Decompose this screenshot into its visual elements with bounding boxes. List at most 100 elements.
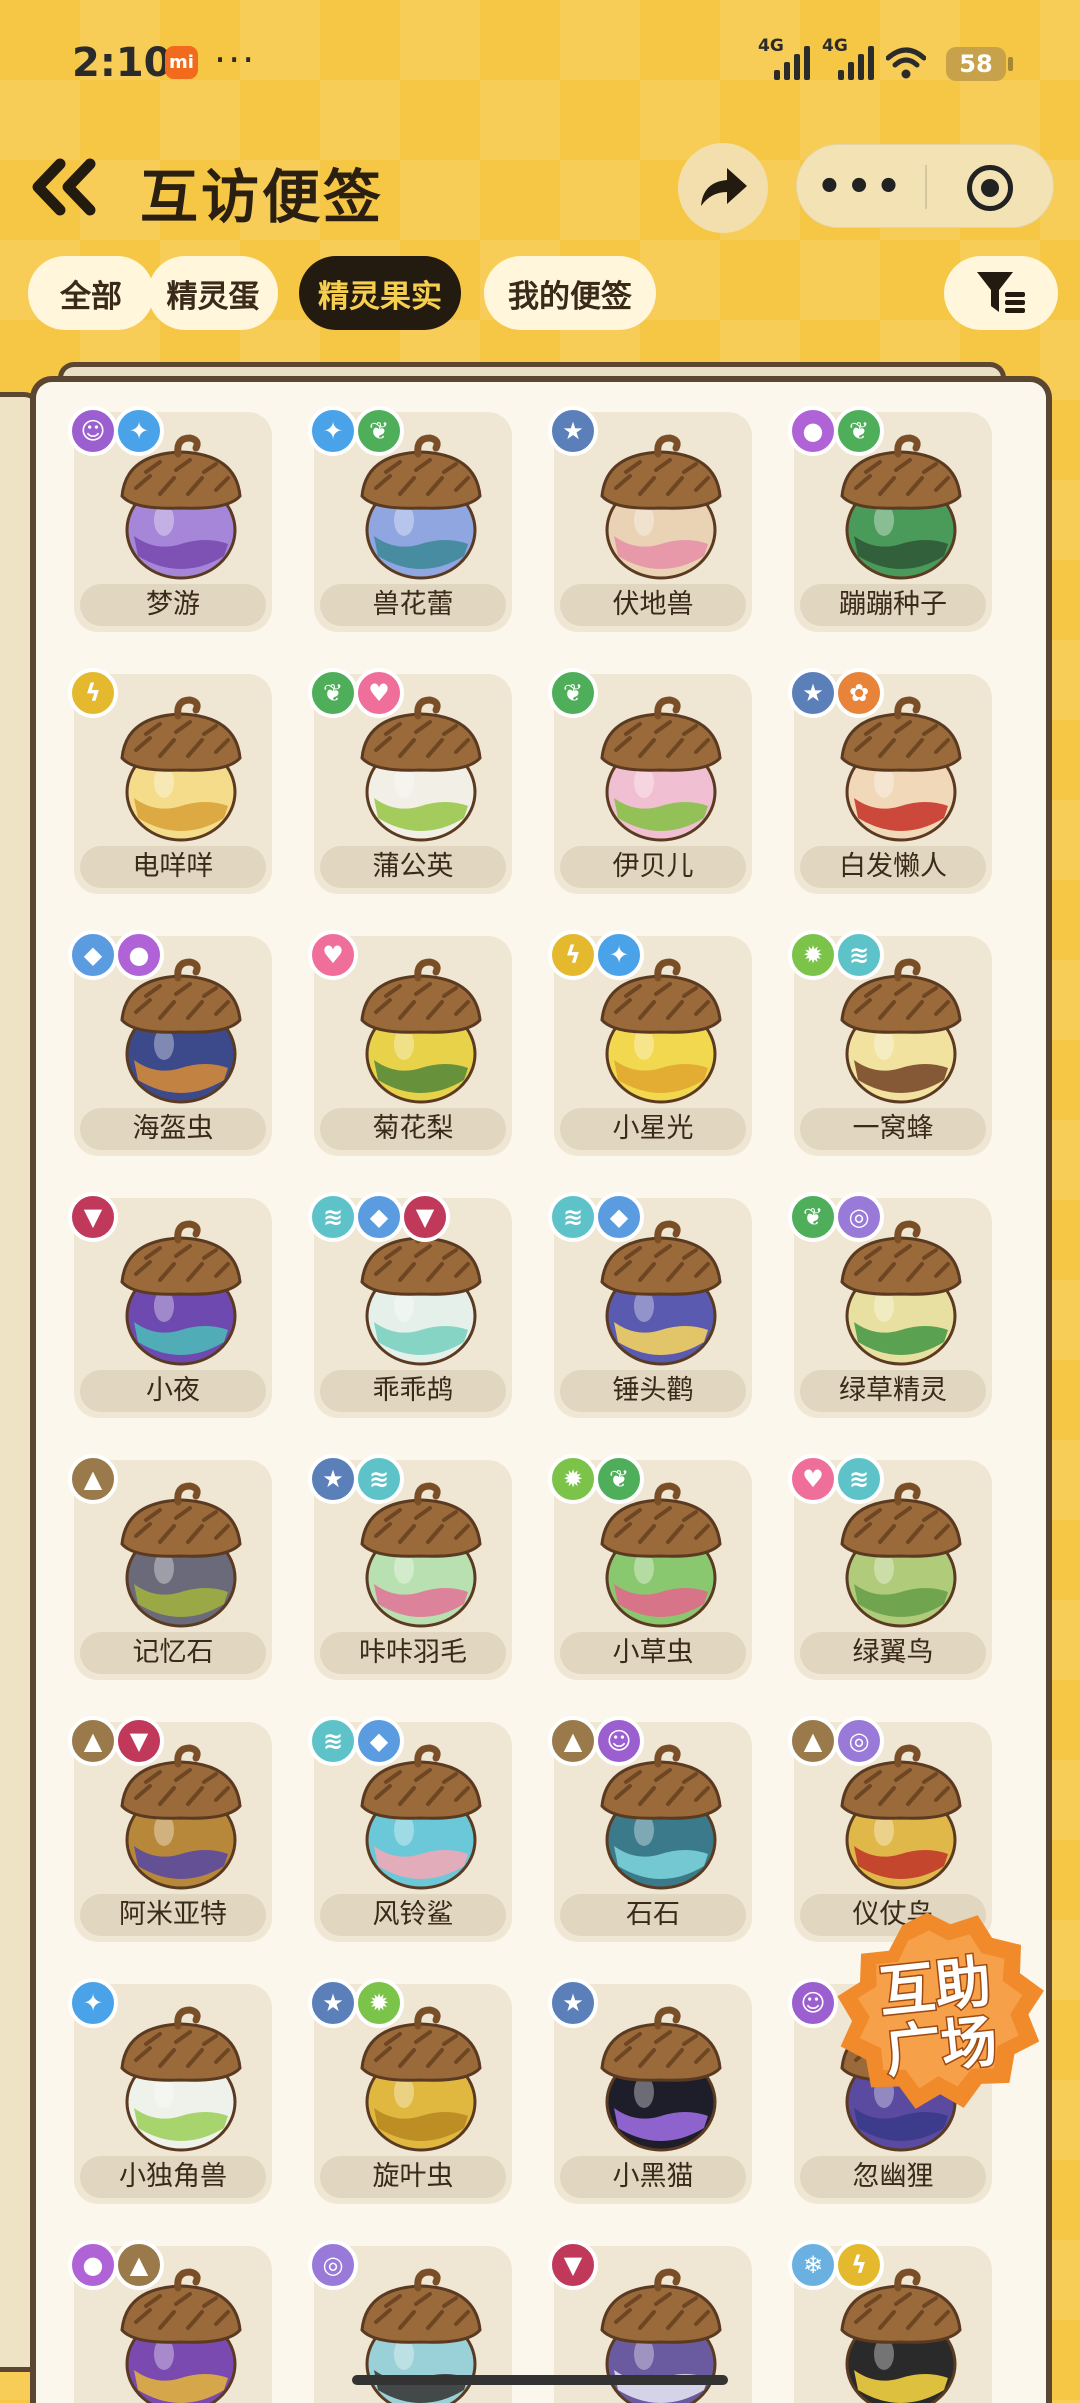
fruit-card[interactable]: ≋ ◆ 锤头鹳	[548, 1192, 752, 1418]
fruit-name: 小星光	[560, 1108, 746, 1150]
fruit-card[interactable]: ▲ ▼ 阿米亚特	[68, 1716, 272, 1942]
fruit-card[interactable]: ★ ≋ 咔咔羽毛	[308, 1454, 512, 1680]
heart-icon: ♥	[354, 668, 404, 718]
element-badges: ❦ ♥	[308, 668, 404, 718]
fruit-name: 忽幽狸	[800, 2156, 986, 2198]
filter-button[interactable]	[944, 256, 1058, 330]
help-plaza-button[interactable]: 互助 广场	[820, 1906, 1056, 2126]
acorn-fruit-icon	[120, 2006, 242, 2152]
bug-icon: ✹	[788, 930, 838, 980]
fruit-card[interactable]: ♥ ≋ 绿翼鸟	[788, 1454, 992, 1680]
fruit-card[interactable]: ▲ 记忆石	[68, 1454, 272, 1680]
element-badges: ▲ ◎	[788, 1716, 884, 1766]
fruit-card[interactable]: ϟ ✦ 小星光	[548, 930, 752, 1156]
more-button[interactable]: •••	[797, 145, 925, 229]
acorn-fruit-icon	[120, 1220, 242, 1366]
mountain-icon: ▲	[68, 1716, 118, 1766]
close-miniprogram-button[interactable]	[967, 165, 1013, 211]
tab-spirit-egg[interactable]: 精灵蛋	[148, 256, 278, 330]
wing-icon: ≋	[834, 1454, 884, 1504]
fruit-card[interactable]: ❦ ◎ 绿草精灵	[788, 1192, 992, 1418]
star-icon: ★	[308, 1978, 358, 2028]
fruit-name: 伏地兽	[560, 584, 746, 626]
fruit-card[interactable]: ❄ ϟ	[788, 2240, 992, 2403]
help-plaza-line2: 广场	[882, 2009, 1000, 2085]
leaf-icon: ❦	[548, 668, 598, 718]
fruit-card[interactable]: ❦ 伊贝儿	[548, 668, 752, 894]
capsule-divider	[925, 165, 927, 209]
mountain-icon: ▲	[788, 1716, 838, 1766]
fruit-card[interactable]: ★ 小黑猫	[548, 1978, 752, 2204]
element-badges: ♥	[308, 930, 358, 980]
element-badges: ● ▲	[68, 2240, 164, 2290]
tab-my-notes[interactable]: 我的便签	[484, 256, 656, 330]
fruit-card[interactable]: ● ▲	[68, 2240, 272, 2403]
fruit-card[interactable]: ≋ ◆ ▼ 乖乖鸪	[308, 1192, 512, 1418]
element-badges: ◎	[308, 2240, 358, 2290]
wing-icon: ≋	[308, 1716, 358, 1766]
fruit-card[interactable]: ❦ ♥ 蒲公英	[308, 668, 512, 894]
ghost-icon: ☺	[594, 1716, 644, 1766]
element-badges: ϟ	[68, 668, 118, 718]
element-badges: ★ ✿	[788, 668, 884, 718]
fruit-name: 菊花梨	[320, 1108, 506, 1150]
fruit-card[interactable]: ▲ ☺ 石石	[548, 1716, 752, 1942]
fruit-card[interactable]: ≋ ◆ 风铃鲨	[308, 1716, 512, 1942]
sparkle-icon: ✦	[114, 406, 164, 456]
fruit-card[interactable]: ☺ ✦ 梦游	[68, 406, 272, 632]
element-badges: ❦ ◎	[788, 1192, 884, 1242]
demon-icon: ▼	[548, 2240, 598, 2290]
fruit-name: 梦游	[80, 584, 266, 626]
page-title: 互访便签	[140, 163, 385, 231]
fruit-card[interactable]: ϟ 电咩咩	[68, 668, 272, 894]
tab-spirit-fruit[interactable]: 精灵果实	[299, 256, 461, 330]
fruit-name: 蒲公英	[320, 846, 506, 888]
back-icon[interactable]	[30, 158, 102, 216]
fruit-name: 绿草精灵	[800, 1370, 986, 1412]
sparkle-icon: ✦	[68, 1978, 118, 2028]
element-badges: ≋ ◆	[308, 1716, 404, 1766]
tab-all[interactable]: 全部	[28, 256, 154, 330]
share-button[interactable]	[678, 143, 768, 233]
fruit-card[interactable]: ★ ✹ 旋叶虫	[308, 1978, 512, 2204]
fruit-card[interactable]: ★ 伏地兽	[548, 406, 752, 632]
home-indicator	[352, 2375, 728, 2385]
mini-program-capsule: •••	[796, 144, 1054, 228]
fruit-card[interactable]: ✹ ❦ 小草虫	[548, 1454, 752, 1680]
element-badges: ▲ ☺	[548, 1716, 644, 1766]
heart-icon: ♥	[308, 930, 358, 980]
fruit-card[interactable]: ▼ 小夜	[68, 1192, 272, 1418]
signal-icon-2: 4G	[822, 36, 874, 80]
fruit-card[interactable]: ♥ 菊花梨	[308, 930, 512, 1156]
fruit-card[interactable]: ● ❦ 蹦蹦种子	[788, 406, 992, 632]
element-badges: ★ ✹	[308, 1978, 404, 2028]
star-icon: ★	[788, 668, 838, 718]
fruit-name: 一窝蜂	[800, 1108, 986, 1150]
battery-icon: 58	[946, 47, 1006, 81]
fruit-card[interactable]: ✦ 小独角兽	[68, 1978, 272, 2204]
wing-icon: ≋	[834, 930, 884, 980]
element-badges: ✦	[68, 1978, 118, 2028]
sparkle-icon: ✦	[594, 930, 644, 980]
xiaomi-app-icon: mi	[165, 46, 198, 79]
status-time: 2:10	[72, 40, 172, 86]
fruit-card[interactable]: ✦ ❦ 兽花蕾	[308, 406, 512, 632]
mountain-icon: ▲	[548, 1716, 598, 1766]
leaf-icon: ❦	[788, 1192, 838, 1242]
star-icon: ★	[308, 1454, 358, 1504]
element-badges: ≋ ◆	[548, 1192, 644, 1242]
notification-more: ···	[214, 38, 257, 82]
fruit-card[interactable]: ✹ ≋ 一窝蜂	[788, 930, 992, 1156]
bubble-icon: ●	[68, 2240, 118, 2290]
demon-icon: ▼	[68, 1192, 118, 1242]
leaf-icon: ❦	[594, 1454, 644, 1504]
element-badges: ♥ ≋	[788, 1454, 884, 1504]
fruit-card[interactable]: ★ ✿ 白发懒人	[788, 668, 992, 894]
fruit-card[interactable]: ◆ ● 海盔虫	[68, 930, 272, 1156]
acorn-fruit-icon	[120, 696, 242, 842]
fruit-name: 小夜	[80, 1370, 266, 1412]
acorn-fruit-icon	[600, 696, 722, 842]
acorn-fruit-icon	[120, 1482, 242, 1628]
swirl-icon: ◎	[834, 1192, 884, 1242]
status-bar: 2:10 mi ··· 4G 4G 58	[0, 0, 1080, 130]
